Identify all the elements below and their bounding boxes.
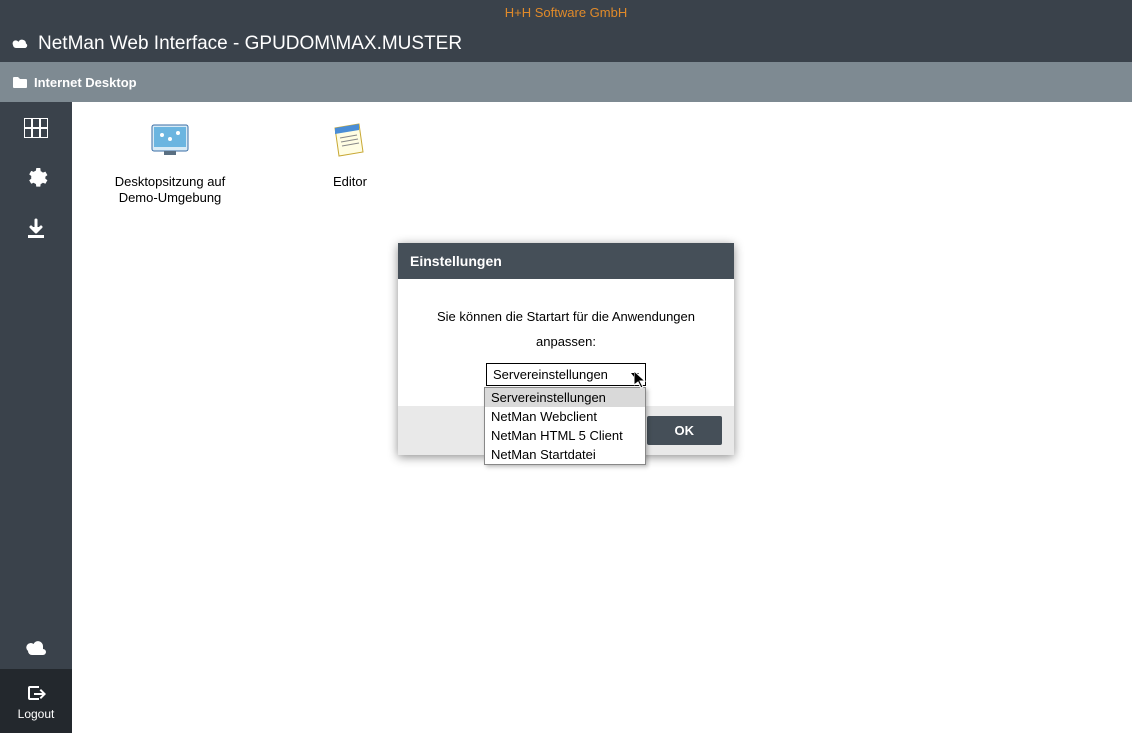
app-label: Desktopsitzung auf Demo-Umgebung	[110, 174, 230, 207]
download-icon	[25, 218, 47, 240]
company-label: H+H Software GmbH	[505, 5, 627, 20]
ok-button[interactable]: OK	[647, 416, 723, 445]
breadcrumb-bar: Internet Desktop	[0, 62, 1132, 102]
app-editor[interactable]: Editor	[290, 120, 410, 190]
cloud-icon	[24, 641, 48, 657]
folder-icon	[12, 76, 28, 89]
window-title: NetMan Web Interface - GPUDOM\MAX.MUSTER	[38, 33, 462, 55]
sidebar-item-download[interactable]	[0, 202, 72, 252]
app-label: Editor	[290, 174, 410, 190]
sidebar: Logout	[0, 102, 72, 733]
dialog-text-line2: anpassen:	[418, 334, 714, 349]
title-bar: NetMan Web Interface - GPUDOM\MAX.MUSTER	[0, 26, 1132, 62]
start-mode-select[interactable]: Servereinstellungen	[486, 363, 646, 386]
desktop-session-icon	[146, 120, 194, 160]
editor-icon	[326, 120, 374, 160]
breadcrumb-label: Internet Desktop	[34, 75, 137, 90]
select-value: Servereinstellungen	[493, 367, 608, 382]
app-desktop-session[interactable]: Desktopsitzung auf Demo-Umgebung	[110, 120, 230, 207]
sidebar-item-cloud[interactable]	[0, 625, 72, 669]
dialog-title: Einstellungen	[398, 243, 734, 279]
dropdown-option[interactable]: NetMan Webclient	[485, 407, 645, 426]
settings-dialog: Einstellungen Sie können die Startart fü…	[398, 243, 734, 455]
sidebar-item-settings[interactable]	[0, 150, 72, 202]
gear-icon	[24, 166, 48, 190]
dropdown-option[interactable]: NetMan HTML 5 Client	[485, 426, 645, 445]
grid-icon	[24, 118, 48, 138]
dialog-text-line1: Sie können die Startart für die Anwendun…	[418, 309, 714, 324]
cloud-icon	[10, 37, 30, 51]
dropdown-option[interactable]: NetMan Startdatei	[485, 445, 645, 464]
dropdown-option[interactable]: Servereinstellungen	[485, 388, 645, 407]
dialog-body: Sie können die Startart für die Anwendun…	[398, 279, 734, 406]
sidebar-item-logout[interactable]: Logout	[0, 669, 72, 733]
start-mode-dropdown: Servereinstellungen NetMan Webclient Net…	[484, 387, 646, 465]
logout-label: Logout	[18, 707, 55, 721]
sidebar-item-grid[interactable]	[0, 102, 72, 150]
logout-icon	[26, 685, 46, 703]
company-bar: H+H Software GmbH	[0, 0, 1132, 26]
